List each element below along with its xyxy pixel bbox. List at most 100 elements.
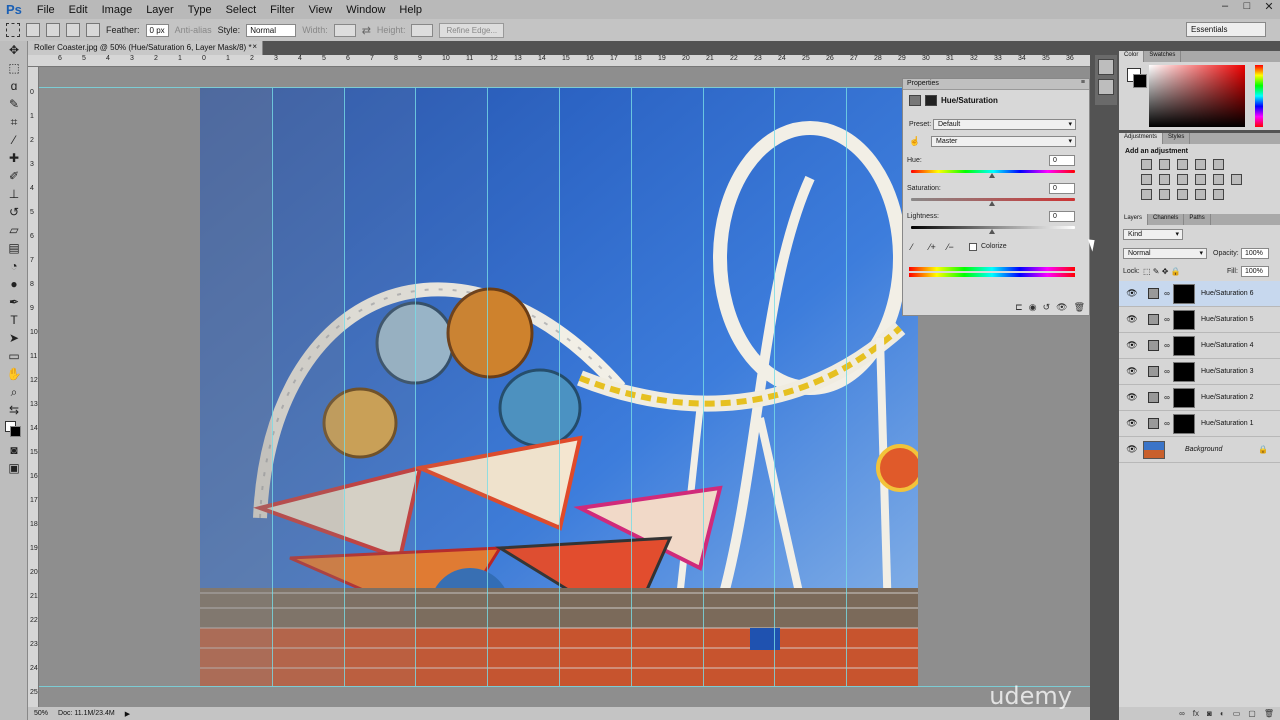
lasso-tool-icon[interactable]: ɑ xyxy=(0,77,28,95)
eye-icon[interactable]: 👁 xyxy=(1125,314,1139,325)
hue-input[interactable]: 0 xyxy=(1049,155,1075,166)
layer-name[interactable]: Hue/Saturation 2 xyxy=(1201,394,1254,401)
menu-filter[interactable]: Filter xyxy=(263,4,301,16)
width-input[interactable] xyxy=(333,23,356,37)
exposure-icon[interactable] xyxy=(1195,159,1206,170)
new-group-icon[interactable]: ▭ xyxy=(1233,709,1241,718)
eyedropper-minus-icon[interactable]: ⁄− xyxy=(947,242,954,252)
visibility-icon[interactable]: 👁 xyxy=(1056,302,1067,313)
opacity-input[interactable]: 100% xyxy=(1241,248,1269,259)
layer-row[interactable]: 👁 ∞ Hue/Saturation 6 xyxy=(1119,281,1280,307)
eye-icon[interactable]: 👁 xyxy=(1125,418,1139,429)
link-icon[interactable]: ∞ xyxy=(1163,289,1171,298)
tab-color[interactable]: Color xyxy=(1119,51,1145,62)
properties-tab[interactable]: Properties ≡ xyxy=(903,79,1089,90)
new-selection-icon[interactable] xyxy=(26,23,40,37)
preset-select[interactable]: Default ▾ xyxy=(933,119,1076,130)
layer-style-icon[interactable]: fx xyxy=(1193,709,1199,718)
layer-row[interactable]: 👁 ∞ Hue/Saturation 1 xyxy=(1119,411,1280,437)
minimize-button[interactable]: – xyxy=(1214,0,1236,13)
refine-edge-button[interactable]: Refine Edge... xyxy=(439,22,505,38)
layer-mask-thumbnail[interactable] xyxy=(1173,361,1195,382)
path-select-tool-icon[interactable]: ➤ xyxy=(0,329,28,347)
layer-row[interactable]: 👁 ∞ Hue/Saturation 4 xyxy=(1119,333,1280,359)
link-icon[interactable]: ∞ xyxy=(1163,315,1171,324)
color-swatches[interactable] xyxy=(0,419,27,441)
type-tool-icon[interactable]: T xyxy=(0,311,28,329)
tab-styles[interactable]: Styles xyxy=(1163,133,1191,144)
hue-slider-thumb[interactable] xyxy=(989,173,995,178)
posterize-icon[interactable] xyxy=(1159,189,1170,200)
link-layers-icon[interactable]: ∞ xyxy=(1179,709,1185,718)
layer-mask-thumbnail[interactable] xyxy=(1173,309,1195,330)
history-brush-tool-icon[interactable]: ↺ xyxy=(0,203,28,221)
gradient-tool-icon[interactable]: ▤ xyxy=(0,239,28,257)
document-tab[interactable]: Roller Coaster.jpg @ 50% (Hue/Saturation… xyxy=(28,41,263,55)
height-input[interactable] xyxy=(411,23,434,37)
lock-pixels-icon[interactable]: ⬚ ✎ ✥ 🔒 xyxy=(1143,267,1181,276)
layer-name[interactable]: Hue/Saturation 3 xyxy=(1201,368,1254,375)
eye-icon[interactable]: 👁 xyxy=(1125,340,1139,351)
menu-layer[interactable]: Layer xyxy=(139,4,181,16)
marquee-tool-icon[interactable]: ⬚ xyxy=(0,59,28,77)
color-lookup-icon[interactable] xyxy=(1231,174,1242,185)
trash-icon[interactable]: 🗑 xyxy=(1074,302,1085,313)
subtract-selection-icon[interactable] xyxy=(66,23,80,37)
colorize-checkbox[interactable] xyxy=(969,243,977,251)
brush-tool-icon[interactable]: ✐ xyxy=(0,167,28,185)
color-picker-field[interactable] xyxy=(1149,65,1245,127)
tab-paths[interactable]: Paths xyxy=(1184,214,1211,225)
clone-stamp-tool-icon[interactable]: ⊥ xyxy=(0,185,28,203)
layer-mask-thumbnail[interactable] xyxy=(1173,413,1195,434)
horizontal-ruler[interactable]: 6 5 4 3 2 1 0 1 2 3 4 5 6 7 8 9 10 11 12 13 14 15 16 17 18 19 20 21… xyxy=(28,55,1090,67)
layer-filter-kind[interactable]: Kind ▾ xyxy=(1123,229,1183,240)
lightness-input[interactable]: 0 xyxy=(1049,211,1075,222)
reset-icon[interactable]: ↺ xyxy=(1043,302,1051,313)
eye-icon[interactable]: 👁 xyxy=(1125,366,1139,377)
lightness-slider-thumb[interactable] xyxy=(989,229,995,234)
eyedropper-tool-icon[interactable]: ⁄ xyxy=(0,131,28,149)
status-arrow-icon[interactable]: ▶ xyxy=(125,710,130,718)
invert-icon[interactable] xyxy=(1141,189,1152,200)
saturation-input[interactable]: 0 xyxy=(1049,183,1075,194)
menu-edit[interactable]: Edit xyxy=(62,4,95,16)
menu-type[interactable]: Type xyxy=(181,4,219,16)
tab-adjustments[interactable]: Adjustments xyxy=(1119,133,1164,144)
screen-mode-icon[interactable]: ▣ xyxy=(0,459,28,477)
mask-icon[interactable] xyxy=(925,94,937,106)
quick-select-tool-icon[interactable]: ✎ xyxy=(0,95,28,113)
layer-name[interactable]: Hue/Saturation 6 xyxy=(1201,290,1254,297)
pen-tool-icon[interactable]: ✒ xyxy=(0,293,28,311)
tab-swatches[interactable]: Swatches xyxy=(1144,51,1182,62)
vertical-ruler[interactable]: 0 1 2 3 4 5 6 7 8 9 10 11 12 13 14 15 16 17 18 19 20 21 22 23 24… xyxy=(28,67,39,707)
menu-view[interactable]: View xyxy=(302,4,340,16)
photo-filter-icon[interactable] xyxy=(1195,174,1206,185)
saturation-slider-thumb[interactable] xyxy=(989,201,995,206)
menu-image[interactable]: Image xyxy=(95,4,140,16)
zoom-level[interactable]: 50% xyxy=(34,710,48,717)
blur-tool-icon[interactable]: ◔ xyxy=(0,257,28,275)
threshold-icon[interactable] xyxy=(1177,189,1188,200)
levels-icon[interactable] xyxy=(1159,159,1170,170)
target-adjust-icon[interactable]: ☝ xyxy=(909,136,920,147)
curves-icon[interactable] xyxy=(1177,159,1188,170)
new-layer-icon[interactable]: ▢ xyxy=(1248,709,1256,718)
maximize-button[interactable]: □ xyxy=(1236,0,1258,13)
gradient-map-icon[interactable] xyxy=(1195,189,1206,200)
view-previous-icon[interactable]: ◉ xyxy=(1029,302,1037,313)
layer-name[interactable]: Background xyxy=(1185,446,1222,453)
new-adjustment-icon[interactable]: ◐ xyxy=(1220,709,1225,718)
layer-mask-thumbnail[interactable] xyxy=(1173,283,1195,304)
black-white-icon[interactable] xyxy=(1177,174,1188,185)
layer-name[interactable]: Hue/Saturation 4 xyxy=(1201,342,1254,349)
channel-mixer-icon[interactable] xyxy=(1213,174,1224,185)
menu-select[interactable]: Select xyxy=(219,4,264,16)
tab-channels[interactable]: Channels xyxy=(1148,214,1185,225)
antialias-checkbox[interactable]: Anti-alias xyxy=(175,25,212,35)
link-icon[interactable]: ∞ xyxy=(1163,367,1171,376)
workspace-select[interactable]: Essentials xyxy=(1186,22,1266,37)
layer-row[interactable]: 👁 ∞ Hue/Saturation 2 xyxy=(1119,385,1280,411)
brightness-icon[interactable] xyxy=(1141,159,1152,170)
zoom-tool-icon[interactable]: ⌕ xyxy=(0,383,28,401)
blend-mode-select[interactable]: Normal ▾ xyxy=(1123,248,1207,259)
